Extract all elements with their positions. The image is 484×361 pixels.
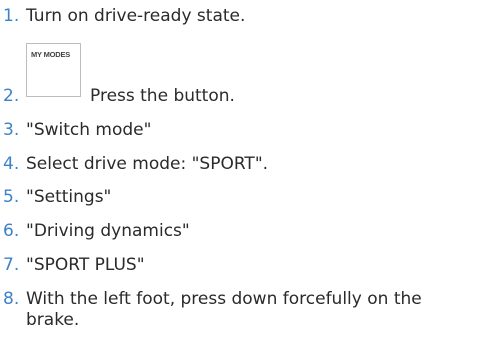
step-text: Turn on drive-ready state.: [26, 6, 246, 26]
step-number: 1.: [3, 6, 20, 26]
step-text: Select drive mode: "SPORT".: [26, 154, 269, 174]
step-number: 5.: [3, 187, 20, 207]
step-text: "Settings": [26, 187, 112, 207]
instruction-list: 1. Turn on drive-ready state. MY MODES 2…: [0, 0, 484, 361]
step-text: "SPORT PLUS": [26, 255, 145, 275]
my-modes-button-icon: MY MODES: [26, 43, 81, 97]
step-text: With the left foot, press down forcefull…: [26, 289, 422, 330]
step-number: 2.: [3, 86, 20, 106]
step-text: Press the button.: [90, 86, 235, 106]
my-modes-button-label: MY MODES: [31, 50, 71, 59]
step-text: "Switch mode": [26, 120, 152, 140]
step-number: 8.: [3, 289, 20, 309]
step-number: 4.: [3, 154, 20, 174]
step-number: 7.: [3, 255, 20, 275]
step-number: 3.: [3, 120, 20, 140]
step-text: "Driving dynamics": [26, 221, 190, 241]
step-number: 6.: [3, 221, 20, 241]
